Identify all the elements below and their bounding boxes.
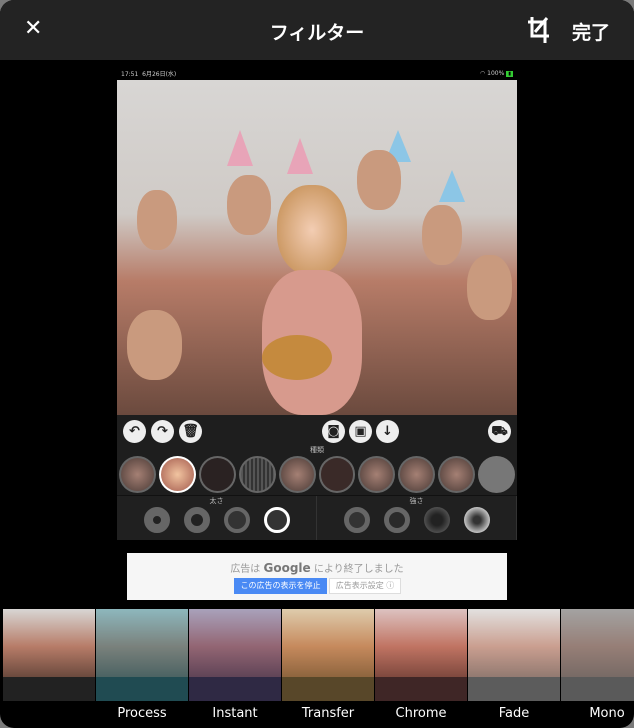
trash-icon[interactable]: 🗑 xyxy=(179,420,202,443)
kinds-label: 種類 xyxy=(310,446,324,454)
thickness-option[interactable] xyxy=(223,507,250,533)
battery-icon: ▮ xyxy=(506,71,513,77)
gallery-icon[interactable]: ▣ xyxy=(349,420,372,443)
filter-thumbnail[interactable] xyxy=(561,609,634,701)
filter-label: Fade xyxy=(498,706,530,721)
strength-option-selected[interactable] xyxy=(463,507,490,533)
cart-icon[interactable]: ⛟ xyxy=(488,420,511,443)
filter-strip xyxy=(3,609,634,701)
wifi-icon: ◠ xyxy=(479,70,486,77)
kind-option-selected[interactable] xyxy=(158,456,196,493)
header: ✕ フィルター 完了 xyxy=(0,0,634,60)
editor-toolbar: ↶ ↷ 🗑 ◙ ▣ ↓ ⛟ xyxy=(117,415,517,445)
filter-label: Mono xyxy=(589,706,625,721)
kind-option[interactable] xyxy=(318,456,356,493)
kind-option[interactable] xyxy=(358,456,396,493)
kind-option[interactable] xyxy=(119,456,156,493)
strength-option[interactable] xyxy=(383,507,410,533)
filter-thumbnail[interactable] xyxy=(375,609,467,701)
thickness-label: 太さ xyxy=(209,497,224,505)
filter-thumbnail[interactable] xyxy=(96,609,188,701)
ad-text-suffix: により終了しました xyxy=(313,564,404,575)
eraser-option[interactable] xyxy=(478,456,516,493)
ad-banner: 広告は Google により終了しました この広告の表示を停止 広告表示設定 ⓘ xyxy=(127,553,507,600)
filter-thumbnail[interactable] xyxy=(282,609,374,701)
kind-option[interactable] xyxy=(198,456,236,493)
strength-label: 強さ xyxy=(409,497,424,505)
filter-thumbnail[interactable] xyxy=(189,609,281,701)
thickness-option[interactable] xyxy=(183,507,210,533)
thickness-panel: 太さ xyxy=(117,496,317,540)
filter-label: Chrome xyxy=(395,706,447,721)
brush-settings: 太さ 強さ xyxy=(117,495,517,540)
battery-level: 100% xyxy=(487,70,505,77)
ad-text-prefix: 広告は xyxy=(230,564,261,575)
status-time: 17:51 xyxy=(121,71,139,78)
status-bar: 17:51 6月26日(水) ◠ 100% ▮ xyxy=(117,67,517,80)
thickness-option-selected[interactable] xyxy=(263,507,290,533)
filter-thumbnail[interactable] xyxy=(3,609,95,701)
ad-brand: Google xyxy=(263,561,311,575)
preview-screenshot: 17:51 6月26日(水) ◠ 100% ▮ ↶ ↷ 🗑 ◙ ▣ ↓ ⛟ 種類… xyxy=(117,67,517,540)
filter-thumbnail[interactable] xyxy=(468,609,560,701)
filter-label: Transfer xyxy=(301,706,355,721)
filter-label: Process xyxy=(117,706,167,721)
ad-settings-button[interactable]: 広告表示設定 ⓘ xyxy=(329,578,401,594)
app: ✕ フィルター 完了 17:51 6月26日(水) ◠ 100% ▮ ↶ ↷ 🗑… xyxy=(0,0,634,728)
filter-label: Instant xyxy=(212,706,258,721)
strength-option[interactable] xyxy=(343,507,370,533)
camera-icon[interactable]: ◙ xyxy=(322,420,345,443)
crop-icon[interactable] xyxy=(527,17,551,43)
status-date: 6月26日(水) xyxy=(142,71,177,78)
close-icon[interactable]: ✕ xyxy=(24,16,42,41)
kind-option[interactable] xyxy=(278,456,316,493)
download-icon[interactable]: ↓ xyxy=(376,420,399,443)
kind-option[interactable] xyxy=(238,456,276,493)
strength-panel: 強さ xyxy=(317,496,517,540)
redo-icon[interactable]: ↷ xyxy=(151,420,174,443)
kind-selector xyxy=(117,456,517,493)
ad-message: 広告は Google により終了しました xyxy=(127,560,507,575)
undo-icon[interactable]: ↶ xyxy=(123,420,146,443)
stop-ad-button[interactable]: この広告の表示を停止 xyxy=(234,578,327,594)
kind-option[interactable] xyxy=(398,456,436,493)
done-button[interactable]: 完了 xyxy=(572,18,610,45)
kind-option[interactable] xyxy=(438,456,476,493)
photo-preview[interactable] xyxy=(117,80,517,415)
strength-option[interactable] xyxy=(423,507,450,533)
thickness-option[interactable] xyxy=(143,507,170,533)
